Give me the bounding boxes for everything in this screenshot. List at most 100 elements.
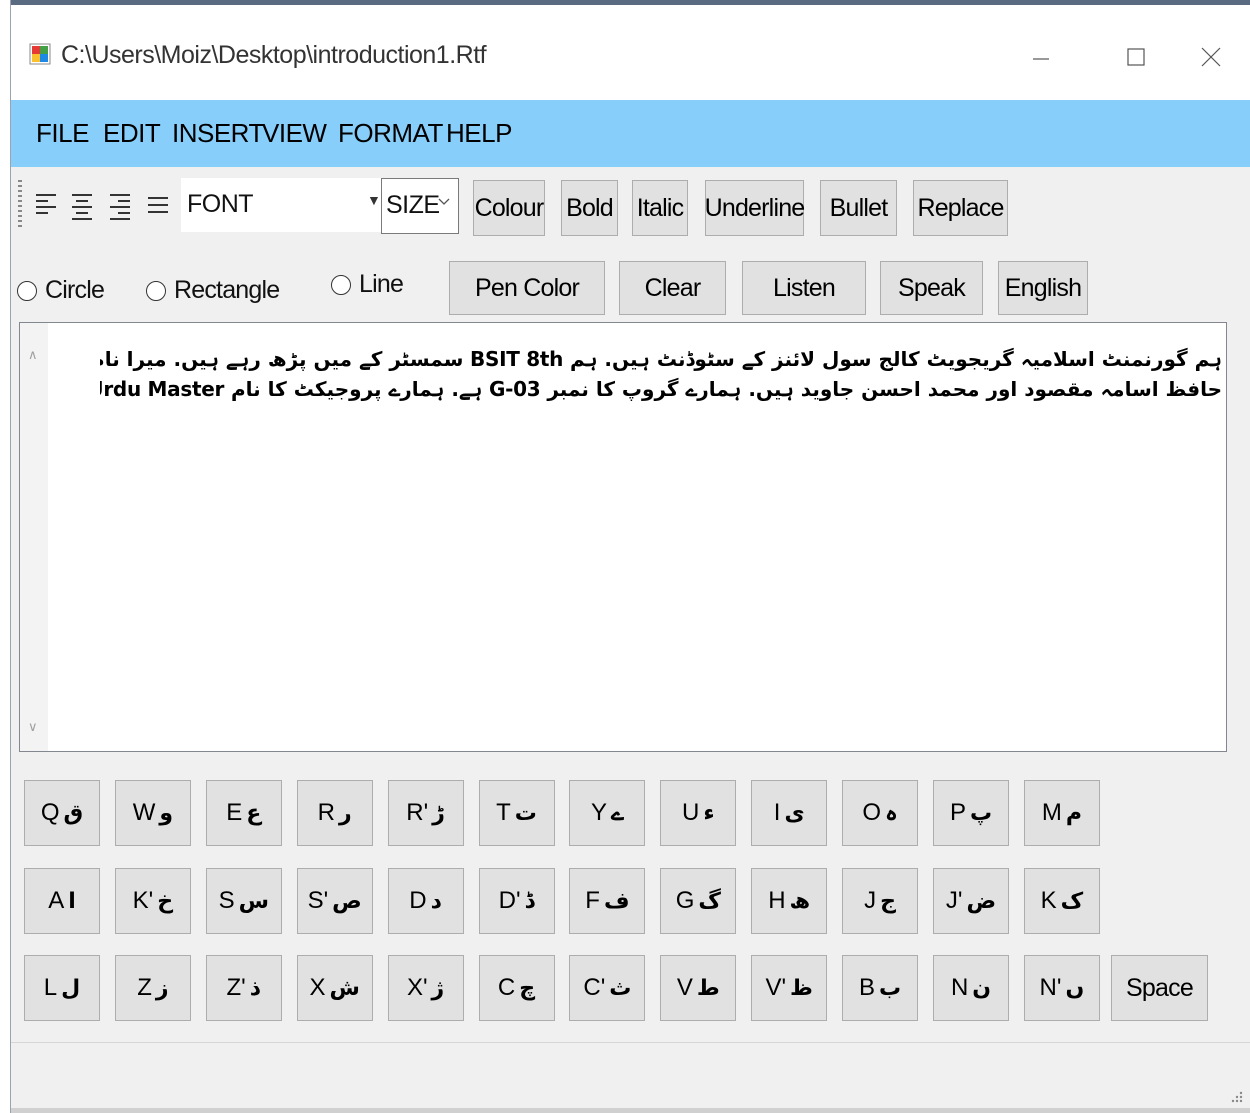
key-urdu-label: ث bbox=[609, 975, 632, 1001]
key-t[interactable]: Tت bbox=[478, 780, 555, 846]
italic-button[interactable]: Italic bbox=[632, 180, 688, 236]
speak-button[interactable]: Speak bbox=[880, 261, 983, 315]
key-urdu-label: گ bbox=[698, 888, 721, 914]
key-h[interactable]: Hھ bbox=[751, 868, 828, 934]
circle-radio[interactable]: Circle bbox=[17, 276, 105, 305]
key-c[interactable]: Cچ bbox=[478, 955, 555, 1021]
maximize-button[interactable] bbox=[1116, 37, 1156, 77]
align-center-button[interactable] bbox=[69, 190, 95, 222]
line-radio[interactable]: Line bbox=[331, 270, 404, 299]
align-left-icon bbox=[36, 194, 56, 214]
key-latin-label: Z' bbox=[226, 974, 246, 1001]
key-d-alt[interactable]: D' ڈ bbox=[478, 868, 555, 934]
minimize-button[interactable] bbox=[1021, 37, 1061, 77]
key-m[interactable]: Mم bbox=[1023, 780, 1100, 846]
key-urdu-label: پ bbox=[969, 800, 993, 826]
key-i[interactable]: Iی bbox=[751, 780, 828, 846]
key-g[interactable]: Gگ bbox=[660, 868, 737, 934]
scroll-down-icon[interactable]: ∨ bbox=[28, 719, 38, 735]
menu-format[interactable]: FORMAT bbox=[338, 118, 443, 149]
key-o[interactable]: Oہ bbox=[842, 780, 919, 846]
menu-view[interactable]: VIEW bbox=[262, 118, 327, 149]
key-e[interactable]: Eع bbox=[205, 780, 282, 846]
key-v-alt[interactable]: V' ظ bbox=[751, 955, 828, 1021]
key-j[interactable]: Jج bbox=[842, 868, 919, 934]
key-latin-label: S bbox=[218, 887, 235, 914]
pen-color-button[interactable]: Pen Color bbox=[449, 261, 605, 315]
key-s-alt[interactable]: S' ص bbox=[296, 868, 373, 934]
text-editor[interactable]: ∧ ∨ ہم گورنمنٹ اسلامیہ گریجویٹ کالج سول … bbox=[19, 322, 1227, 752]
key-urdu-label: ش bbox=[329, 975, 360, 1001]
key-urdu-label: ج bbox=[880, 888, 897, 914]
toolbar-grip[interactable] bbox=[18, 180, 22, 230]
key-k-alt[interactable]: K' خ bbox=[114, 868, 191, 934]
editor-scrollbar[interactable]: ∧ ∨ bbox=[20, 323, 48, 751]
clear-button[interactable]: Clear bbox=[619, 261, 726, 315]
key-latin-label: K bbox=[1040, 887, 1057, 914]
english-button[interactable]: English bbox=[998, 261, 1088, 315]
key-b[interactable]: Bب bbox=[842, 955, 919, 1021]
font-combobox[interactable]: FONT bbox=[181, 178, 381, 232]
key-v[interactable]: Vط bbox=[660, 955, 737, 1021]
align-left-button[interactable] bbox=[33, 190, 59, 222]
key-x[interactable]: Xش bbox=[296, 955, 373, 1021]
key-y[interactable]: Yے bbox=[569, 780, 646, 846]
key-n-alt[interactable]: N' ں bbox=[1023, 955, 1100, 1021]
key-latin-label: R' bbox=[406, 799, 429, 826]
listen-button[interactable]: Listen bbox=[742, 261, 866, 315]
menu-help[interactable]: HELP bbox=[446, 118, 512, 149]
resize-grip-icon[interactable] bbox=[1227, 1087, 1243, 1103]
close-icon bbox=[1201, 47, 1221, 67]
minimize-icon bbox=[1033, 58, 1049, 60]
key-urdu-label: ت bbox=[514, 800, 537, 826]
key-a[interactable]: Aا bbox=[24, 868, 100, 934]
menu-file[interactable]: FILE bbox=[36, 118, 89, 149]
key-w[interactable]: Wو bbox=[114, 780, 191, 846]
key-p[interactable]: Pپ bbox=[933, 780, 1009, 846]
size-select[interactable]: SIZE bbox=[381, 178, 459, 234]
font-dropdown-arrow-icon[interactable]: ▼ bbox=[367, 192, 381, 208]
rectangle-radio-label: Rectangle bbox=[174, 276, 280, 304]
key-latin-label: J bbox=[864, 887, 877, 914]
replace-button[interactable]: Replace bbox=[913, 180, 1008, 236]
justify-button[interactable] bbox=[145, 190, 171, 222]
menu-insert[interactable]: INSERT bbox=[172, 118, 264, 149]
scroll-up-icon[interactable]: ∧ bbox=[28, 347, 38, 363]
bold-button[interactable]: Bold bbox=[561, 180, 618, 236]
key-latin-label: R bbox=[317, 799, 336, 826]
key-urdu-label: ن bbox=[972, 975, 992, 1001]
key-c-alt[interactable]: C' ث bbox=[569, 955, 646, 1021]
key-x-alt[interactable]: X' ژ bbox=[387, 955, 464, 1021]
rectangle-radio[interactable]: Rectangle bbox=[146, 276, 280, 305]
line-radio-dot bbox=[331, 274, 351, 295]
key-d[interactable]: Dد bbox=[387, 868, 464, 934]
key-latin-label: W bbox=[132, 799, 156, 826]
key-n[interactable]: Nن bbox=[933, 955, 1009, 1021]
key-u[interactable]: Uء bbox=[660, 780, 737, 846]
colour-button[interactable]: Colour bbox=[473, 180, 545, 236]
key-r-alt[interactable]: R' ڑ bbox=[387, 780, 464, 846]
status-bar bbox=[11, 1042, 1250, 1109]
key-z-alt[interactable]: Z' ذ bbox=[205, 955, 282, 1021]
space-key[interactable]: Space bbox=[1111, 955, 1208, 1021]
bullet-button[interactable]: Bullet bbox=[820, 180, 897, 236]
key-k[interactable]: Kک bbox=[1023, 868, 1100, 934]
align-right-button[interactable] bbox=[107, 190, 133, 222]
menu-edit[interactable]: EDIT bbox=[103, 118, 161, 149]
key-q[interactable]: Qق bbox=[24, 780, 100, 846]
key-z[interactable]: Zز bbox=[114, 955, 191, 1021]
key-urdu-label: ع bbox=[246, 800, 262, 826]
key-j-alt[interactable]: J' ض bbox=[933, 868, 1009, 934]
maximize-icon bbox=[1127, 48, 1145, 66]
title-bar[interactable]: C:\Users\Moiz\Desktop\introduction1.Rtf bbox=[11, 5, 1250, 100]
key-l[interactable]: Lل bbox=[24, 955, 100, 1021]
key-r[interactable]: Rر bbox=[296, 780, 373, 846]
key-urdu-label: ط bbox=[696, 975, 720, 1001]
key-latin-label: C' bbox=[583, 974, 606, 1001]
close-button[interactable] bbox=[1191, 37, 1231, 77]
underline-button[interactable]: Underline bbox=[705, 180, 805, 236]
key-f[interactable]: Fف bbox=[569, 868, 646, 934]
key-urdu-label: ڑ bbox=[432, 800, 445, 826]
key-s[interactable]: Sس bbox=[205, 868, 282, 934]
key-latin-label: Q bbox=[40, 799, 60, 826]
